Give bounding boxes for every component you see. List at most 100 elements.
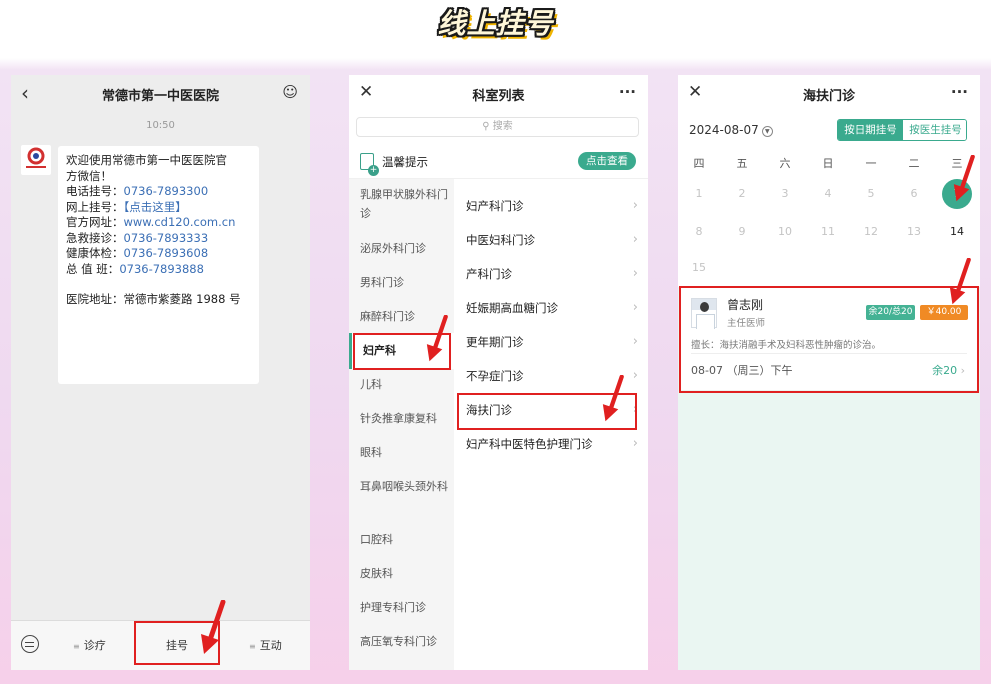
department-item[interactable]: 儿科	[349, 375, 454, 394]
search-input[interactable]: ⚲ 搜索	[356, 117, 639, 137]
calendar-day: 6	[910, 187, 918, 200]
selected-date: 2024-08-07	[689, 123, 759, 137]
department-item[interactable]: 口腔科	[349, 530, 454, 549]
page-headline: 线上挂号	[437, 7, 554, 40]
weekday-label: 五	[736, 157, 748, 170]
menu-item-diagnosis[interactable]: ≡ 诊疗	[73, 637, 106, 653]
pointer-arrow-icon	[953, 155, 975, 202]
calendar-day: 3	[781, 187, 789, 200]
chat-title: 常德市第一中医医院	[101, 89, 219, 104]
menu-item-interact[interactable]: ≡ 互动	[249, 637, 282, 653]
view-tip-button[interactable]: 点击查看	[578, 152, 636, 170]
chevron-right-icon: ›	[632, 436, 638, 451]
clinic-label: 更年期门诊	[466, 335, 524, 349]
clinic-item[interactable]: 妊娠期高血糖门诊 ›	[454, 291, 648, 325]
weekday-label: 二	[908, 157, 920, 170]
calendar-day: 2	[738, 187, 746, 200]
phone-link[interactable]: 0736-7893300	[124, 184, 209, 198]
booking-mode-toggle: 按日期挂号 按医生挂号	[837, 119, 967, 141]
calendar-day: 4	[824, 187, 832, 200]
pointer-arrow-icon	[602, 375, 624, 422]
calendar-day: 1	[695, 187, 703, 200]
site-label: 官方网址：	[66, 215, 124, 229]
keyboard-icon[interactable]	[21, 635, 39, 653]
phone-label: 电话挂号：	[66, 184, 124, 198]
date-selector[interactable]: 2024-08-07 ▼	[689, 123, 773, 137]
department-item[interactable]: 皮肤科	[349, 564, 454, 583]
department-item[interactable]: 眼科	[349, 443, 454, 462]
clinic-item[interactable]: 妇产科门诊 ›	[454, 189, 648, 223]
department-item[interactable]: 泌尿外科门诊	[349, 239, 454, 258]
checkup-label: 健康体检：	[66, 246, 124, 260]
chevron-right-icon: ›	[632, 300, 638, 315]
profile-icon[interactable]: ☺	[282, 83, 298, 101]
clinic-label: 中医妇科门诊	[466, 233, 535, 247]
highlight-box	[679, 286, 979, 393]
department-item[interactable]: 护理专科门诊	[349, 598, 454, 617]
clinic-item[interactable]: 更年期门诊 ›	[454, 325, 648, 359]
department-item[interactable]: 高压氧专科门诊	[349, 632, 454, 651]
department-item[interactable]: 耳鼻咽喉头颈外科	[349, 477, 454, 496]
clinic-schedule-screen: ✕ 海扶门诊 ··· 2024-08-07 ▼ 按日期挂号 按医生挂号 四 五 六…	[678, 75, 980, 670]
notice-icon	[360, 153, 379, 176]
screen-title: 海扶门诊	[802, 89, 855, 104]
screen-title: 科室列表	[472, 89, 525, 104]
more-icon[interactable]: ···	[951, 83, 968, 101]
welcome-message: 欢迎使用常德市第一中医医院官 方微信！ 电话挂号：0736-7893300 网上…	[58, 146, 259, 384]
calendar-day: 12	[864, 225, 878, 238]
search-placeholder: 搜索	[492, 121, 513, 132]
online-label: 网上挂号：	[66, 199, 124, 214]
checkup-phone-link[interactable]: 0736-7893608	[124, 246, 209, 260]
clinic-label: 不孕症门诊	[466, 369, 524, 383]
chevron-right-icon: ›	[632, 266, 638, 281]
tab-by-date[interactable]: 按日期挂号	[838, 120, 903, 140]
address-line: 医院地址：常德市紫菱路 1988 号	[66, 292, 241, 306]
online-register-link[interactable]: 【点击这里】	[124, 200, 187, 214]
chevron-right-icon: ›	[632, 368, 638, 383]
tip-label: 温馨提示	[382, 155, 428, 169]
pointer-arrow-icon	[201, 600, 226, 654]
calendar-day: 9	[738, 225, 746, 238]
department-item[interactable]: 男科门诊	[349, 273, 454, 292]
er-label: 急救接诊：	[66, 230, 124, 245]
calendar-grid: 四 五 六 日 一 二 三 1 2 3 4 5 6 7 8 9 10 11 12…	[678, 149, 980, 287]
menu-label: 互动	[259, 639, 282, 652]
weekday-label: 六	[779, 157, 791, 170]
pointer-arrow-icon	[949, 258, 971, 305]
navbar: ✕ 海扶门诊 ···	[678, 75, 980, 113]
clinic-label: 妇产科中医特色护理门诊	[466, 437, 593, 451]
clinic-item[interactable]: 中医妇科门诊 ›	[454, 223, 648, 257]
clinic-item[interactable]: 妇产科中医特色护理门诊 ›	[454, 427, 648, 461]
er-phone-link[interactable]: 0736-7893333	[124, 231, 209, 245]
calendar-day: 8	[695, 225, 703, 238]
navbar: ✕ 科室列表 ···	[349, 75, 648, 113]
chevron-right-icon: ›	[632, 334, 638, 349]
weekday-label: 一	[865, 157, 877, 170]
message-time: 10:50	[146, 120, 175, 131]
tip-row: 温馨提示 点击查看	[349, 147, 648, 179]
weekday-label: 四	[693, 157, 705, 170]
calendar-day: 5	[867, 187, 875, 200]
calendar-day: 10	[778, 225, 792, 238]
duty-phone-link[interactable]: 0736-7893888	[119, 262, 204, 276]
calendar-day: 13	[907, 225, 921, 238]
clinic-item[interactable]: 产科门诊 ›	[454, 257, 648, 291]
department-item[interactable]: 针灸推拿康复科	[349, 409, 454, 428]
pointer-arrow-icon	[426, 315, 448, 362]
tab-by-doctor[interactable]: 按医生挂号	[903, 120, 966, 140]
site-link[interactable]: www.cd120.com.cn	[124, 215, 236, 229]
message-line: 方微信！	[66, 168, 112, 183]
department-item[interactable]: 乳腺甲状腺外科门诊	[349, 185, 454, 223]
navbar: ‹ 常德市第一中医医院 ☺	[11, 75, 310, 113]
chevron-right-icon: ›	[632, 198, 638, 213]
hospital-logo[interactable]	[21, 145, 51, 175]
calendar-day[interactable]: 14	[942, 225, 972, 238]
chevron-down-icon: ▼	[761, 126, 773, 137]
clinic-label: 妊娠期高血糖门诊	[466, 301, 558, 315]
more-icon[interactable]: ···	[619, 83, 636, 101]
message-line: 欢迎使用常德市第一中医医院官	[66, 153, 227, 167]
duty-label: 总 值 班：	[66, 261, 120, 276]
clinic-label: 妇产科门诊	[466, 199, 524, 213]
department-list-screen: ✕ 科室列表 ··· ⚲ 搜索 温馨提示 点击查看 乳腺甲状腺外科门诊 泌尿外科…	[349, 75, 648, 670]
calendar-day: 11	[821, 225, 835, 238]
